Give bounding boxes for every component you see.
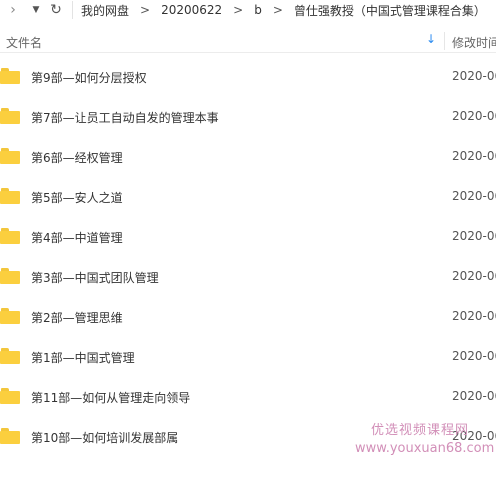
folder-icon (0, 268, 20, 284)
folder-icon (0, 388, 20, 404)
sort-descending-icon[interactable]: ↓ (426, 32, 436, 46)
file-name[interactable]: 第5部—安人之道 (31, 189, 123, 206)
file-name[interactable]: 第7部—让员工自动自发的管理本事 (31, 109, 219, 126)
toolbar-divider (72, 1, 73, 19)
file-date: 2020-06 (452, 349, 496, 363)
file-name[interactable]: 第3部—中国式团队管理 (31, 269, 159, 286)
file-date: 2020-06 (452, 69, 496, 83)
column-header: 文件名 ↓ 修改时间 (0, 30, 496, 53)
breadcrumb-separator: > (140, 3, 151, 17)
file-row[interactable]: 第4部—中道管理 2020-06 (0, 216, 496, 256)
file-name[interactable]: 第4部—中道管理 (31, 229, 123, 246)
folder-icon (0, 188, 20, 204)
watermark: 优选视频课程网 www.youxuan68.com (355, 422, 495, 458)
breadcrumb-separator: > (233, 3, 244, 17)
forward-icon[interactable]: › (0, 0, 26, 20)
column-header-modified[interactable]: 修改时间 (452, 34, 496, 51)
toolbar: › ▼ ↻ 我的网盘 > 20200622 > b > 曾仕强教授（中国式管理课… (0, 0, 496, 20)
file-row[interactable]: 第2部—管理思维 2020-06 (0, 296, 496, 336)
breadcrumb-current-folder: 曾仕强教授（中国式管理课程合集） (293, 3, 486, 18)
breadcrumb-20200622[interactable]: 20200622 (161, 3, 222, 17)
file-date: 2020-06 (452, 109, 496, 123)
watermark-site-name: 优选视频课程网 (370, 423, 469, 438)
file-row[interactable]: 第9部—如何分层授权 2020-06 (0, 56, 496, 96)
file-date: 2020-06 (452, 309, 496, 323)
file-row[interactable]: 第6部—经权管理 2020-06 (0, 136, 496, 176)
folder-icon (0, 348, 20, 364)
file-date: 2020-06 (452, 189, 496, 203)
file-date: 2020-06 (452, 229, 496, 243)
folder-icon (0, 148, 20, 164)
file-row[interactable]: 第3部—中国式团队管理 2020-06 (0, 256, 496, 296)
file-date: 2020-06 (452, 389, 496, 403)
file-date: 2020-06 (452, 269, 496, 283)
watermark-url: www.youxuan68.com (355, 441, 495, 456)
file-row[interactable]: 第7部—让员工自动自发的管理本事 2020-06 (0, 96, 496, 136)
folder-icon (0, 428, 20, 444)
breadcrumb-my-drive[interactable]: 我的网盘 (81, 2, 129, 19)
file-name[interactable]: 第6部—经权管理 (31, 149, 123, 166)
file-row[interactable]: 第1部—中国式管理 2020-06 (0, 336, 496, 376)
file-list: 第9部—如何分层授权 2020-06 第7部—让员工自动自发的管理本事 2020… (0, 56, 496, 456)
breadcrumb-separator: > (272, 3, 283, 17)
file-date: 2020-06 (452, 149, 496, 163)
breadcrumb-b[interactable]: b (254, 3, 262, 17)
folder-icon (0, 68, 20, 84)
file-name[interactable]: 第9部—如何分层授权 (31, 69, 147, 86)
file-row[interactable]: 第5部—安人之道 2020-06 (0, 176, 496, 216)
folder-icon (0, 308, 20, 324)
folder-icon (0, 108, 20, 124)
folder-icon (0, 228, 20, 244)
file-name[interactable]: 第10部—如何培训发展部属 (31, 429, 178, 446)
refresh-icon[interactable]: ↻ (46, 0, 66, 20)
file-name[interactable]: 第11部—如何从管理走向领导 (31, 389, 190, 406)
column-header-name[interactable]: 文件名 (6, 34, 42, 51)
file-row[interactable]: 第11部—如何从管理走向领导 2020-06 (0, 376, 496, 416)
column-divider[interactable] (444, 32, 445, 50)
history-dropdown-icon[interactable]: ▼ (26, 0, 46, 20)
file-name[interactable]: 第1部—中国式管理 (31, 349, 135, 366)
file-name[interactable]: 第2部—管理思维 (31, 309, 123, 326)
